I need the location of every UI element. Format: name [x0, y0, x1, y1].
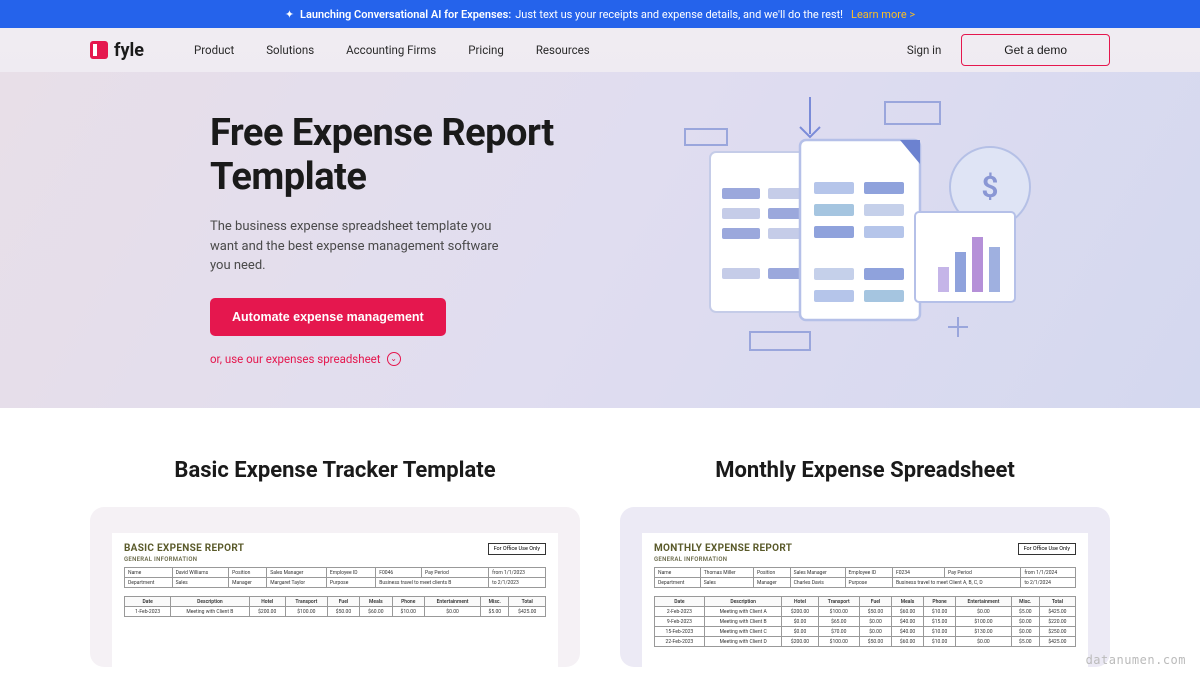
hero-title: Free Expense Report Template [210, 112, 600, 199]
alt-text: or, use our expenses spreadsheet [210, 352, 381, 366]
nav-links: Product Solutions Accounting Firms Prici… [194, 43, 590, 57]
template-basic: Basic Expense Tracker Template For Offic… [90, 458, 580, 667]
brand-text: fyle [114, 40, 144, 61]
template-card[interactable]: For Office Use Only BASIC EXPENSE REPORT… [90, 507, 580, 667]
office-tag: For Office Use Only [1018, 543, 1076, 555]
hero-section: Free Expense Report Template The busines… [0, 72, 1200, 408]
nav-product[interactable]: Product [194, 43, 234, 57]
nav-resources[interactable]: Resources [536, 43, 590, 57]
template-grid: Basic Expense Tracker Template For Offic… [90, 458, 1110, 667]
sparkle-icon: ✦ [285, 8, 294, 21]
watermark: datanumen.com [1086, 653, 1186, 667]
announcement-bar: ✦ Launching Conversational AI for Expens… [0, 0, 1200, 28]
office-tag: For Office Use Only [488, 543, 546, 555]
hero-illustration: $ [670, 92, 1050, 372]
sheet-preview: For Office Use Only BASIC EXPENSE REPORT… [112, 533, 558, 667]
hero-subtitle: The business expense spreadsheet templat… [210, 217, 510, 276]
nav-solutions[interactable]: Solutions [266, 43, 314, 57]
sheet-sub: GENERAL INFORMATION [124, 556, 546, 563]
sheet-title: BASIC EXPENSE REPORT [124, 543, 546, 554]
nav-pricing[interactable]: Pricing [468, 43, 504, 57]
sheet-preview: For Office Use Only MONTHLY EXPENSE REPO… [642, 533, 1088, 667]
template-monthly: Monthly Expense Spreadsheet For Office U… [620, 458, 1110, 667]
sheet-sub: GENERAL INFORMATION [654, 556, 1076, 563]
logo-icon [90, 41, 108, 59]
info-table: NameThomas MillerPositionSales ManagerEm… [654, 567, 1076, 588]
demo-button[interactable]: Get a demo [961, 34, 1110, 66]
sheet-title: MONTHLY EXPENSE REPORT [654, 543, 1076, 554]
alt-link[interactable]: or, use our expenses spreadsheet ⌄ [210, 352, 600, 366]
template-card[interactable]: For Office Use Only MONTHLY EXPENSE REPO… [620, 507, 1110, 667]
templates-section: Basic Expense Tracker Template For Offic… [0, 408, 1200, 667]
announce-learn-more[interactable]: Learn more > [851, 8, 915, 21]
nav-accounting[interactable]: Accounting Firms [346, 43, 436, 57]
announce-bold: Launching Conversational AI for Expenses… [300, 8, 511, 21]
cta-button[interactable]: Automate expense management [210, 298, 446, 336]
chevron-down-icon: ⌄ [387, 352, 401, 366]
template-heading: Monthly Expense Spreadsheet [620, 458, 1110, 483]
expense-table: DateDescriptionHotelTransportFuelMealsPh… [654, 596, 1076, 647]
announce-text: Just text us your receipts and expense d… [515, 8, 843, 21]
logo[interactable]: fyle [90, 40, 144, 61]
info-table: NameDavid WilliamsPositionSales ManagerE… [124, 567, 546, 588]
expense-table: DateDescriptionHotelTransportFuelMealsPh… [124, 596, 546, 617]
svg-text:$: $ [981, 170, 998, 205]
signin-link[interactable]: Sign in [907, 43, 941, 57]
hero-content: Free Expense Report Template The busines… [210, 112, 600, 378]
top-nav: fyle Product Solutions Accounting Firms … [0, 28, 1200, 72]
template-heading: Basic Expense Tracker Template [90, 458, 580, 483]
nav-right: Sign in Get a demo [907, 34, 1110, 66]
